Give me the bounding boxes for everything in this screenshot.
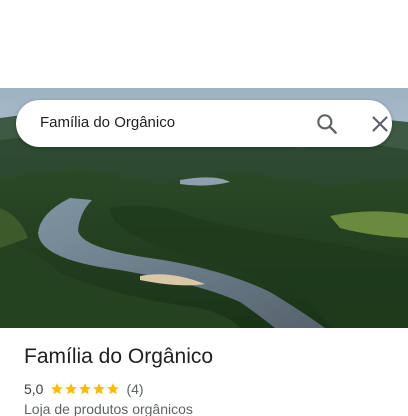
top-blank-area [0,0,408,88]
star-icon [93,383,106,395]
close-icon [372,116,388,132]
close-button[interactable] [367,111,393,137]
rating-value: 5,0 [24,381,44,397]
review-count[interactable]: (4) [126,381,143,397]
star-icon [79,383,92,395]
rating-stars [50,382,120,396]
search-input[interactable]: Família do Orgânico [40,114,175,131]
star-icon [107,383,120,395]
search-button[interactable] [314,111,340,137]
search-icon [317,114,337,134]
place-category[interactable]: Loja de produtos orgânicos [24,401,193,416]
rating-row[interactable]: 5,0 (4) [24,380,144,398]
place-title: Família do Orgânico [24,345,214,368]
search-box[interactable]: Família do Orgânico [16,100,392,147]
star-icon [65,383,78,395]
star-icon [51,383,64,395]
